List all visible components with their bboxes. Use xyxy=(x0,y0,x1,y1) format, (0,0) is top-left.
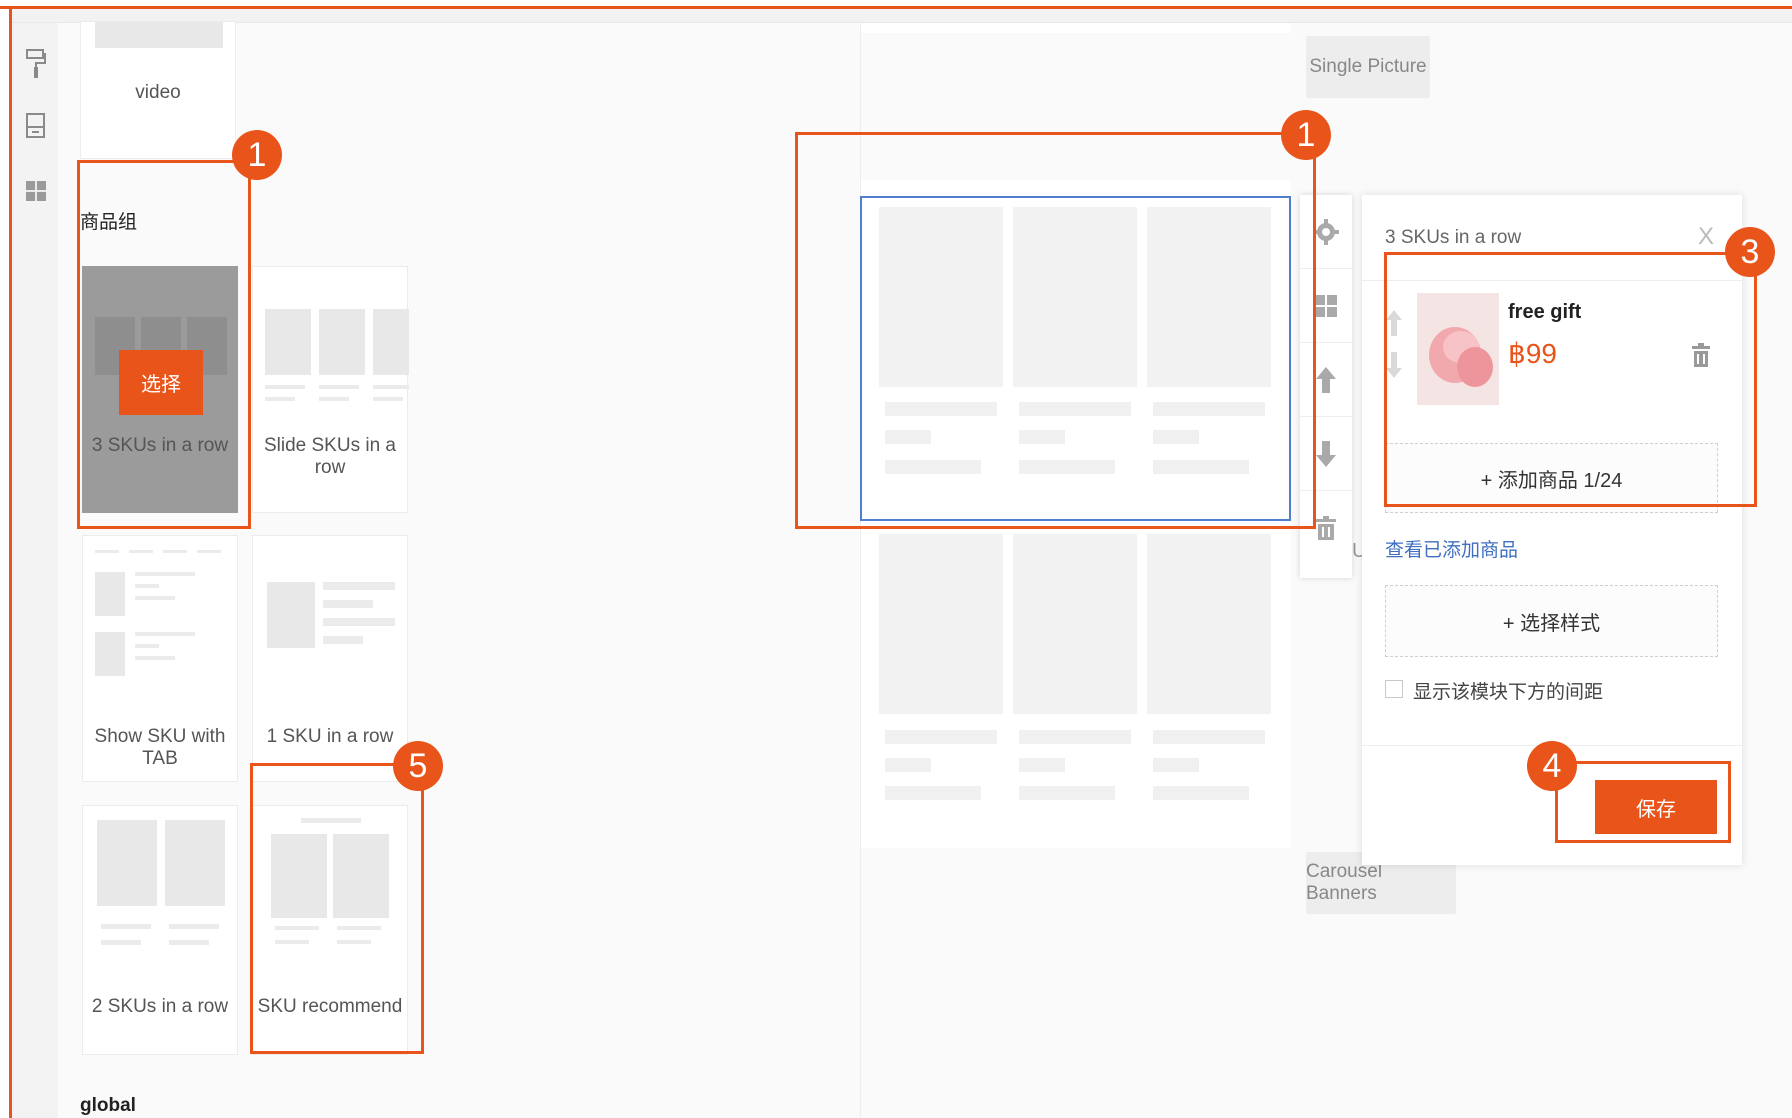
preview-line xyxy=(1019,730,1131,744)
widget-card-video[interactable]: video xyxy=(80,21,236,159)
top-bar xyxy=(12,9,1792,23)
thumb-line xyxy=(101,940,141,945)
thumb-line xyxy=(323,582,395,590)
thumb-block xyxy=(95,632,125,676)
annotation-badge-4: 4 xyxy=(1527,741,1577,791)
thumb-line xyxy=(135,572,195,576)
thumb-line xyxy=(101,924,151,929)
thumb-block xyxy=(97,820,157,906)
spacing-checkbox[interactable] xyxy=(1385,680,1403,698)
thumb-line xyxy=(265,397,295,401)
annotation-badge-1: 1 xyxy=(232,130,282,180)
widget-label: 2 SKUs in a row xyxy=(91,996,229,1017)
settings-title: 3 SKUs in a row xyxy=(1385,227,1522,248)
close-icon[interactable]: X xyxy=(1698,223,1714,251)
widget-card-slide-skus[interactable]: Slide SKUs in a row xyxy=(252,266,409,513)
thumb-line xyxy=(169,940,209,945)
thumb-block xyxy=(165,820,225,906)
preview-sku-image xyxy=(879,534,1003,714)
annotation-box-4-save xyxy=(1555,761,1731,843)
annotation-box-5-recommend xyxy=(250,763,424,1054)
annotation-badge-5: 5 xyxy=(393,741,443,791)
annotation-badge-3: 3 xyxy=(1725,227,1775,277)
thumb-block xyxy=(265,309,311,375)
preview-top-strip xyxy=(861,23,1291,33)
thumb-block xyxy=(319,309,365,375)
paint-roller-icon[interactable] xyxy=(26,48,46,80)
thumb-line xyxy=(135,656,175,660)
widget-label: video xyxy=(135,82,181,103)
preview-line xyxy=(885,758,931,772)
preview-sku-image xyxy=(1147,534,1271,714)
thumb-line xyxy=(95,550,119,553)
annotation-box-1-preview xyxy=(795,132,1316,529)
grid-icon[interactable] xyxy=(26,175,46,207)
widget-label: Show SKU with TAB xyxy=(94,726,226,769)
preview-line xyxy=(885,786,981,800)
page-layout-icon[interactable] xyxy=(26,110,46,142)
annotation-badge-1-preview: 1 xyxy=(1281,110,1331,160)
thumb-line xyxy=(135,644,159,648)
thumb-line xyxy=(323,636,363,644)
thumb-line xyxy=(373,385,409,389)
preview-line xyxy=(1019,786,1115,800)
annotation-frame-left xyxy=(9,6,12,1118)
thumb-line xyxy=(135,632,195,636)
thumb-block xyxy=(267,582,315,648)
thumb-line xyxy=(197,550,221,553)
tag-single-picture[interactable]: Single Picture xyxy=(1306,36,1430,98)
preview-sku-image xyxy=(1013,534,1137,714)
annotation-box-3-product xyxy=(1384,252,1757,507)
preview-line xyxy=(1019,758,1065,772)
view-added-products-link[interactable]: 查看已添加商品 xyxy=(1385,535,1518,562)
annotation-box-1-widget xyxy=(77,160,251,529)
thumb-line xyxy=(323,600,373,608)
widget-card-sku-tab[interactable]: Show SKU with TAB xyxy=(82,535,238,782)
thumb-line xyxy=(319,397,349,401)
thumb-line xyxy=(265,385,305,389)
widget-label: 1 SKU in a row xyxy=(266,726,394,747)
thumb-line xyxy=(129,550,153,553)
thumb-line xyxy=(319,385,359,389)
widget-card-2-skus[interactable]: 2 SKUs in a row xyxy=(82,805,238,1055)
video-thumbnail xyxy=(95,22,223,48)
preview-line xyxy=(1153,730,1265,744)
thumb-block xyxy=(373,309,409,375)
thumb-line xyxy=(169,924,219,929)
thumb-line xyxy=(373,397,403,401)
preview-line xyxy=(1153,786,1249,800)
widget-label: Slide SKUs in a row xyxy=(263,435,396,478)
thumb-block xyxy=(95,572,125,616)
section-title-global: global xyxy=(80,1095,136,1116)
preview-line xyxy=(1153,758,1199,772)
thumb-line xyxy=(135,596,175,600)
preview-line xyxy=(885,730,997,744)
thumb-line xyxy=(135,584,159,588)
widget-card-1-sku[interactable]: 1 SKU in a row xyxy=(252,535,408,782)
thumb-line xyxy=(323,618,395,626)
thumb-line xyxy=(163,550,187,553)
choose-style-button[interactable]: + 选择样式 xyxy=(1385,585,1718,657)
spacing-checkbox-label: 显示该模块下方的间距 xyxy=(1413,682,1604,703)
